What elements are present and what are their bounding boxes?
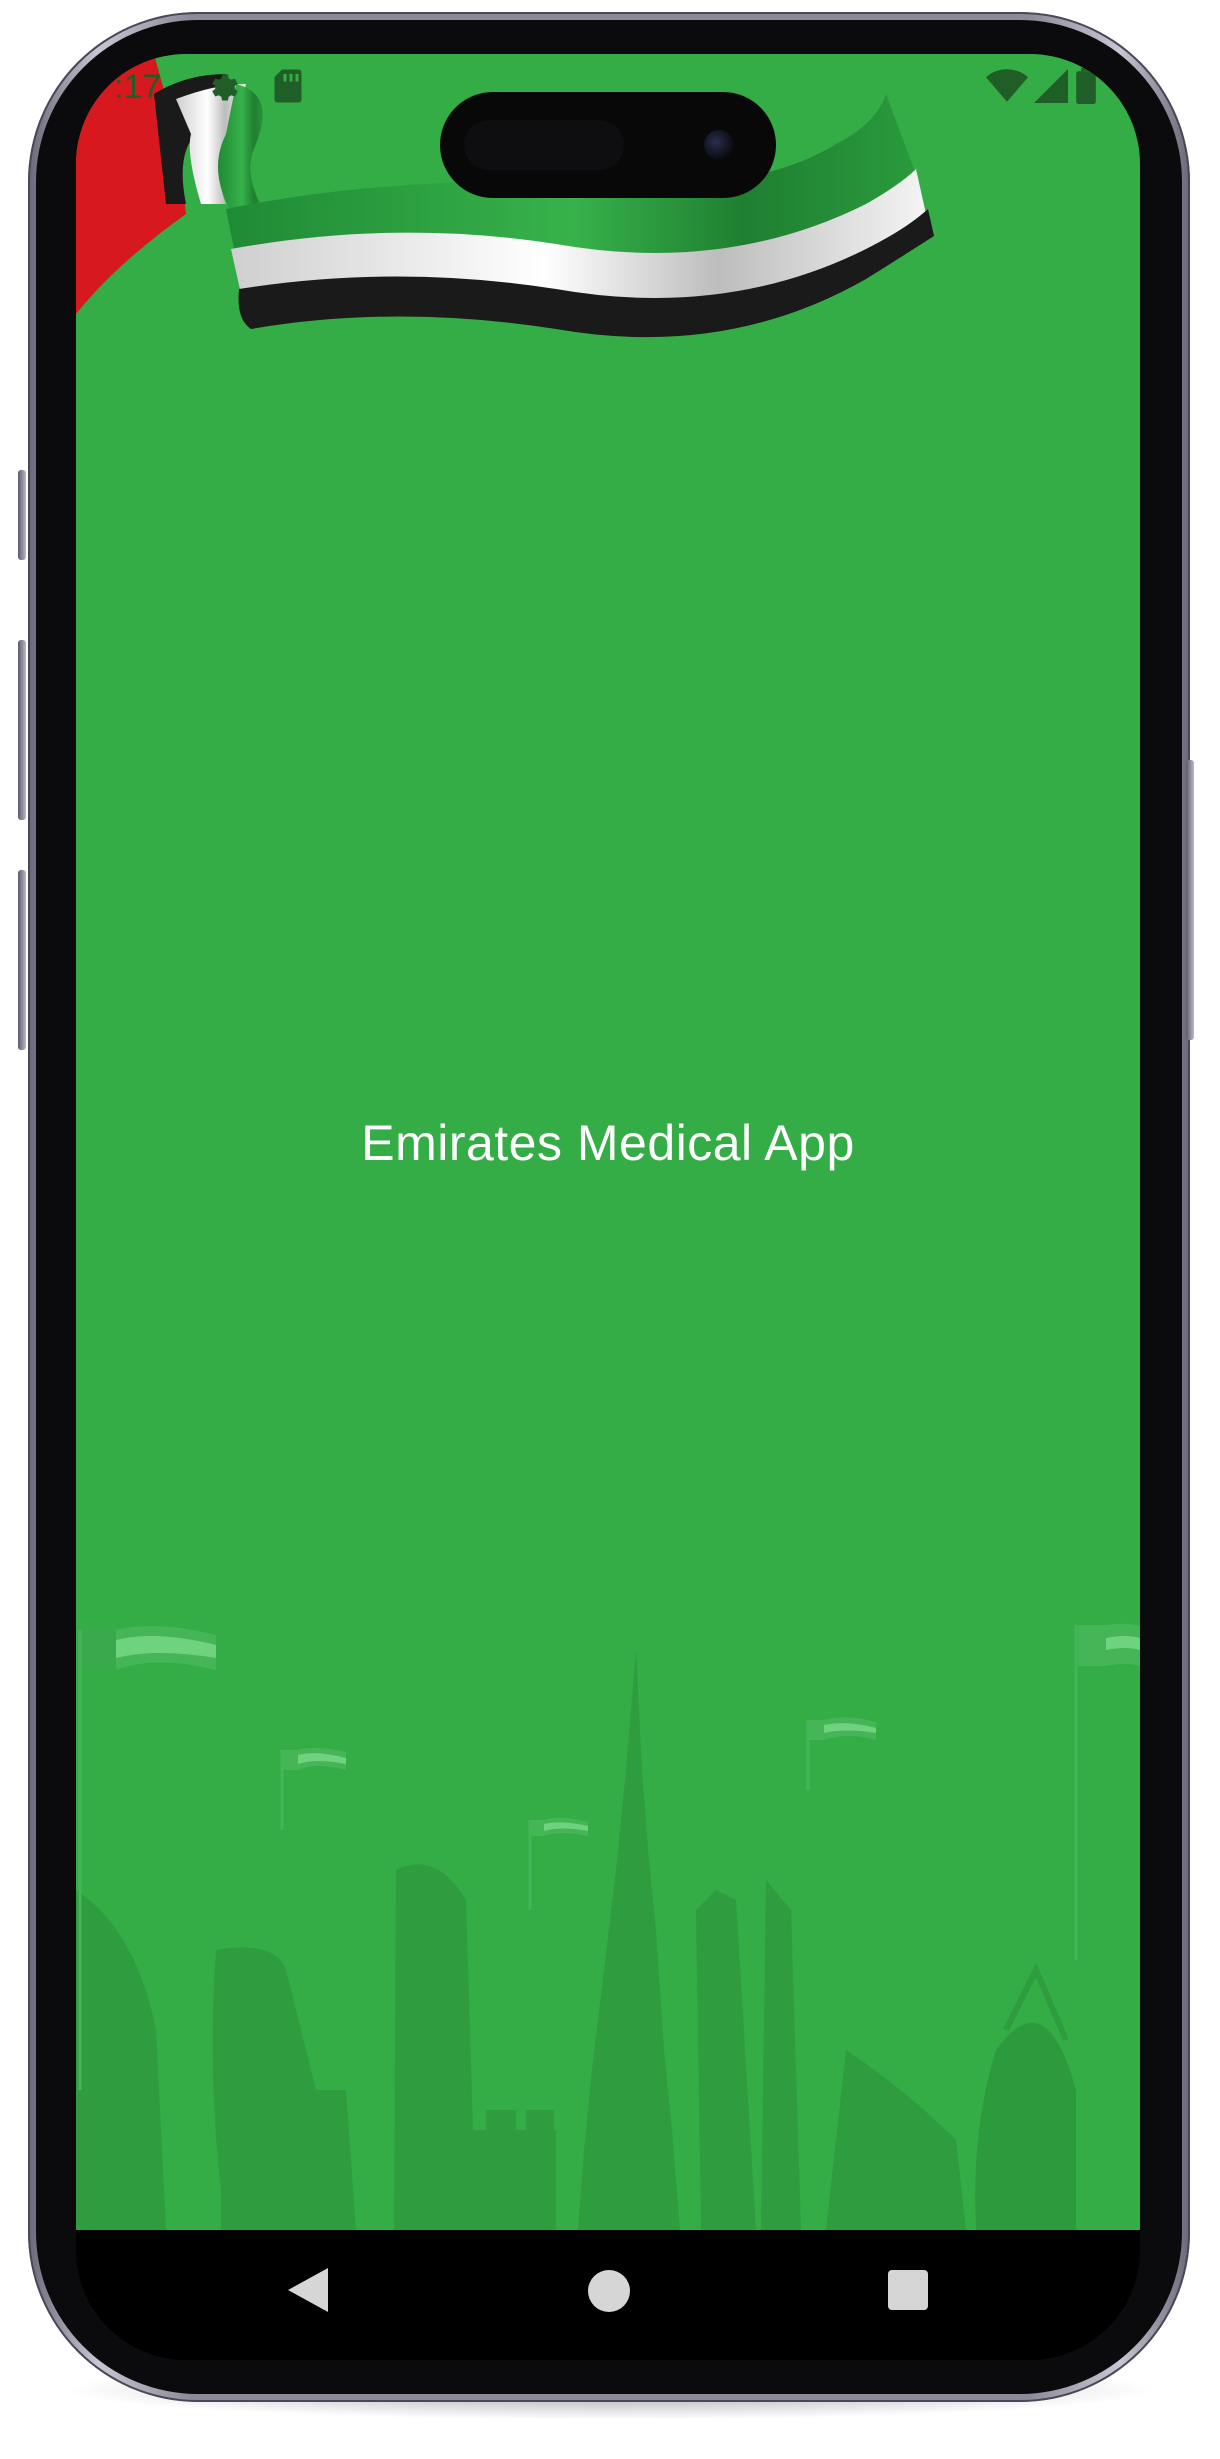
volume-down-button <box>18 870 26 1050</box>
island-sensor <box>464 120 624 170</box>
sd-card-icon <box>272 68 304 109</box>
gear-icon <box>204 68 240 109</box>
city-skyline-illustration <box>76 1623 1140 2230</box>
status-time: :17 <box>114 68 162 106</box>
wifi-icon <box>986 68 1028 109</box>
action-button <box>18 470 26 560</box>
recents-icon[interactable] <box>888 2270 928 2315</box>
app-title: Emirates Medical App <box>361 1115 855 1171</box>
signal-icon <box>1034 68 1068 109</box>
battery-icon <box>1076 68 1096 109</box>
front-camera <box>704 130 734 160</box>
dynamic-island <box>440 92 776 198</box>
back-icon[interactable] <box>288 2268 328 2317</box>
splash-screen: :17 Emirates Medical App <box>76 54 1140 2230</box>
power-button <box>1186 760 1194 1040</box>
navigation-bar <box>76 2230 1140 2360</box>
volume-up-button <box>18 640 26 820</box>
home-icon[interactable] <box>588 2270 630 2317</box>
